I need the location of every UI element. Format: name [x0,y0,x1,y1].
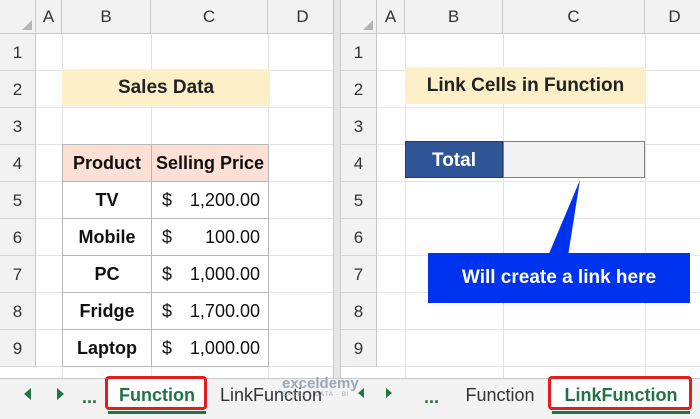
callout-box: Will create a link here [428,253,690,303]
exceldemy-watermark: exceldemy EXCEL · DATA · BI [282,375,402,405]
scroll-right-icon[interactable] [57,388,64,400]
highlight-box [105,376,207,410]
watermark-name: exceldemy [282,375,359,392]
highlight-box [548,376,692,410]
more-tabs-left[interactable]: ... [82,379,97,415]
scroll-left-icon[interactable] [24,388,31,400]
callout-pointer [548,180,580,256]
watermark-tagline: EXCEL · DATA · BI [282,392,350,398]
tab-function-right[interactable]: Function [452,379,548,411]
more-tabs-right[interactable]: ... [424,379,439,415]
